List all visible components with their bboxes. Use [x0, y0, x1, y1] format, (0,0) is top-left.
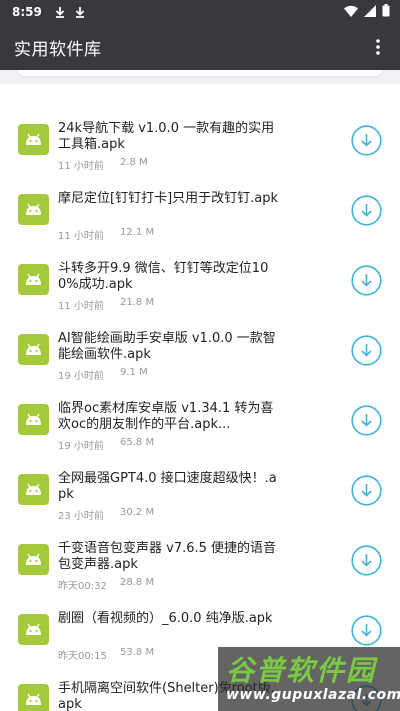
file-name: 摩尼定位[钉钉打卡]只用于改钉钉.apk — [58, 191, 279, 206]
status-time: 8:59 — [12, 5, 42, 19]
file-list: 24k导航下载 v1.0.0 一款有趣的实用工具箱.apk 11 小时前 2.8 M… — [0, 84, 400, 711]
android-icon — [18, 684, 49, 711]
android-icon — [18, 474, 49, 505]
list-item[interactable]: 临界oc素材库安卓版 v1.34.1 转为喜欢oc的朋友制作的平台.apk...… — [0, 392, 400, 462]
status-bar: 8:59 — [0, 0, 400, 24]
file-name: AI智能绘画助手安卓版 v1.0.0 一款智能绘画软件.apk — [58, 331, 276, 362]
download-icon — [351, 475, 382, 506]
download-button[interactable] — [351, 615, 382, 646]
download-icon — [351, 195, 382, 226]
android-icon — [18, 404, 49, 435]
file-time: 11 小时前 — [58, 301, 104, 312]
file-size: 21.8 M — [120, 297, 155, 308]
file-time: 昨天00:32 — [58, 581, 107, 592]
file-meta: 11 小时前 12.1 M — [58, 227, 154, 242]
file-meta: 昨天00:15 53.8 M — [58, 647, 154, 662]
download-button[interactable] — [351, 265, 382, 296]
download-icon — [351, 405, 382, 436]
file-time: 昨天00:15 — [58, 651, 107, 662]
download-icon — [74, 6, 86, 18]
file-meta: 11 小时前 21.8 M — [58, 297, 154, 312]
download-button[interactable] — [351, 545, 382, 576]
watermark: 谷普软件园 www.gupuxlazal.com — [218, 647, 400, 711]
file-meta: 11 小时前 2.8 M — [58, 157, 148, 172]
android-icon — [18, 334, 49, 365]
watermark-url: www.gupuxlazal.com — [226, 687, 400, 703]
file-time: 11 小时前 — [58, 231, 104, 242]
file-name: 全网最强GPT4.0 接口速度超级快！.apk — [58, 471, 277, 502]
download-button[interactable] — [351, 195, 382, 226]
list-item[interactable]: 摩尼定位[钉钉打卡]只用于改钉钉.apk 11 小时前 12.1 M — [0, 182, 400, 252]
more-vert-icon[interactable] — [370, 35, 386, 59]
file-size: 30.2 M — [120, 507, 155, 518]
download-icon — [351, 545, 382, 576]
signal-icon — [364, 4, 376, 20]
file-name: 剧圈（看视频的）_6.0.0 纯净版.apk — [58, 611, 273, 626]
list-item[interactable]: AI智能绘画助手安卓版 v1.0.0 一款智能绘画软件.apk 19 小时前 9.1… — [0, 322, 400, 392]
watermark-brand: 谷普软件园 — [226, 654, 377, 687]
android-icon — [18, 544, 49, 575]
file-time: 11 小时前 — [58, 161, 104, 172]
file-time: 19 小时前 — [58, 441, 104, 452]
download-icon — [54, 6, 66, 18]
download-icon — [351, 125, 382, 156]
page-title: 实用软件库 — [14, 39, 102, 60]
list-item[interactable]: 千变语音包变声器 v7.6.5 便捷的语音包变声器.apk 昨天00:32 28.8… — [0, 532, 400, 602]
download-button[interactable] — [351, 125, 382, 156]
file-name: 临界oc素材库安卓版 v1.34.1 转为喜欢oc的朋友制作的平台.apk... — [58, 401, 274, 432]
app-bar: 实用软件库 — [0, 24, 400, 70]
wifi-icon — [344, 5, 358, 20]
file-size: 12.1 M — [120, 227, 155, 238]
android-icon — [18, 194, 49, 225]
android-icon — [18, 614, 49, 645]
file-meta: 昨天00:32 28.8 M — [58, 577, 154, 592]
file-size: 65.8 M — [120, 437, 155, 448]
file-size: 53.8 M — [120, 647, 155, 658]
battery-icon — [382, 4, 390, 20]
file-name: 斗转多开9.9 微信、钉钉等改定位100%成功.apk — [58, 261, 269, 292]
file-name: 千变语音包变声器 v7.6.5 便捷的语音包变声器.apk — [58, 541, 277, 572]
file-meta: 19 小时前 9.1 M — [58, 367, 148, 382]
list-item[interactable]: 全网最强GPT4.0 接口速度超级快！.apk 23 小时前 30.2 M — [0, 462, 400, 532]
download-button[interactable] — [351, 405, 382, 436]
file-size: 9.1 M — [120, 367, 148, 378]
file-time: 23 小时前 — [58, 511, 104, 522]
list-item[interactable]: 斗转多开9.9 微信、钉钉等改定位100%成功.apk 11 小时前 21.8 M — [0, 252, 400, 322]
download-button[interactable] — [351, 335, 382, 366]
file-name: 24k导航下载 v1.0.0 一款有趣的实用工具箱.apk — [58, 121, 275, 152]
android-icon — [18, 264, 49, 295]
card-edge — [18, 70, 382, 76]
file-meta: 19 小时前 65.8 M — [58, 437, 154, 452]
android-icon — [18, 124, 49, 155]
file-size: 2.8 M — [120, 157, 148, 168]
download-icon — [351, 335, 382, 366]
download-button[interactable] — [351, 475, 382, 506]
file-meta: 23 小时前 30.2 M — [58, 507, 154, 522]
download-icon — [351, 615, 382, 646]
file-time: 19 小时前 — [58, 371, 104, 382]
download-icon — [351, 265, 382, 296]
file-size: 28.8 M — [120, 577, 155, 588]
list-item[interactable]: 24k导航下载 v1.0.0 一款有趣的实用工具箱.apk 11 小时前 2.8 M — [0, 112, 400, 182]
